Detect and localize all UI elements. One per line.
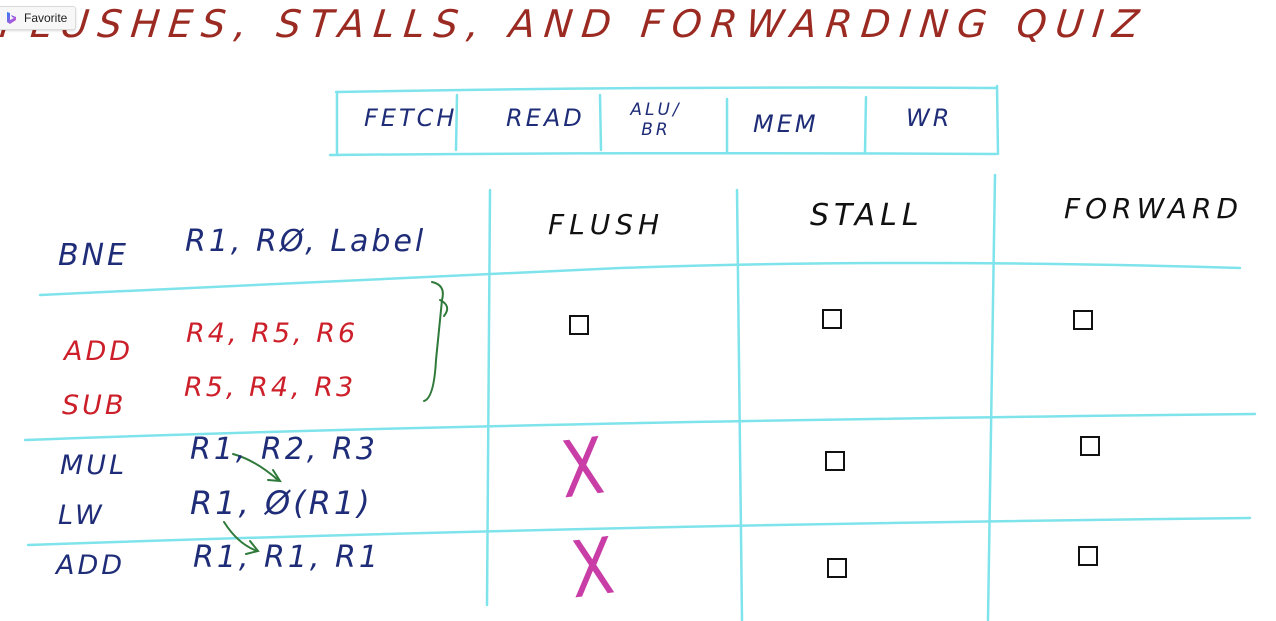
header-forward: FORWARD <box>1064 192 1244 225</box>
stage-fetch: FETCH <box>364 104 458 132</box>
stall-checkbox[interactable] <box>827 558 847 578</box>
instruction-operands: R1, Ø(R1) <box>190 484 373 522</box>
favorites-bar-item[interactable]: Favorite <box>0 6 77 30</box>
stage-read: READ <box>506 104 585 132</box>
flush-x-mark: X <box>557 421 608 517</box>
instruction-op: LW <box>58 500 105 531</box>
instruction-op: ADD <box>56 550 126 581</box>
stage-mem: MEM <box>753 110 819 138</box>
header-stall: STALL <box>810 198 924 233</box>
favorites-label: Favorite <box>24 11 68 25</box>
header-flush: FLUSH <box>548 208 665 241</box>
instruction-op: ADD <box>64 336 134 367</box>
instruction-op: SUB <box>62 390 127 421</box>
flush-checkbox[interactable] <box>569 315 589 335</box>
instruction-operands: R4, R5, R6 <box>186 318 359 349</box>
stage-wr: WR <box>906 104 953 132</box>
branch-op: BNE <box>58 238 129 273</box>
forward-checkbox[interactable] <box>1078 546 1098 566</box>
stage-alu-br: ALU/ BR <box>630 100 682 140</box>
branch-operands: R1, RØ, Label <box>185 224 427 259</box>
stall-checkbox[interactable] <box>822 309 842 329</box>
instruction-operands: R5, R4, R3 <box>184 372 357 403</box>
forward-checkbox[interactable] <box>1080 436 1100 456</box>
instruction-op: MUL <box>60 450 128 481</box>
instruction-operands: R1, R1, R1 <box>193 540 381 575</box>
bing-icon <box>7 12 16 24</box>
stall-checkbox[interactable] <box>825 451 845 471</box>
forward-checkbox[interactable] <box>1073 310 1093 330</box>
flush-x-mark: X <box>567 521 618 617</box>
instruction-operands: R1, R2, R3 <box>190 432 378 467</box>
